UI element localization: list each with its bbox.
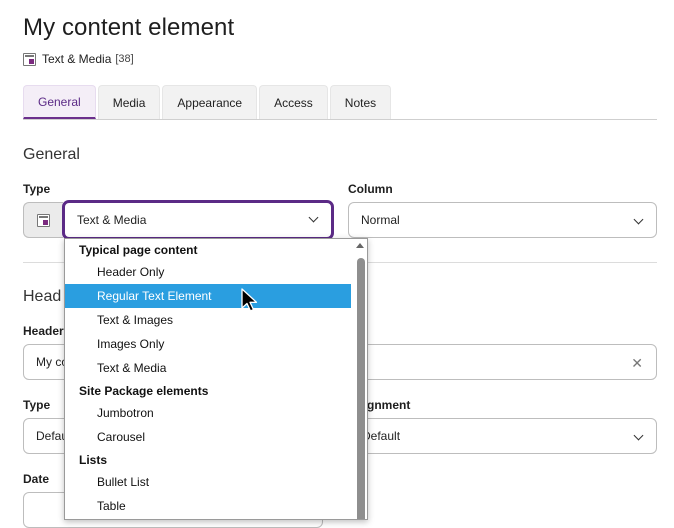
record-uid: [38]	[115, 53, 134, 65]
section-title-general: General	[23, 146, 80, 163]
option-carousel[interactable]: Carousel	[65, 425, 351, 449]
alignment-select[interactable]: Default	[348, 418, 657, 454]
type-icon-addon	[23, 202, 63, 238]
chevron-down-icon	[308, 212, 319, 223]
tab-appearance[interactable]: Appearance	[162, 85, 258, 119]
chevron-down-icon	[633, 214, 644, 225]
dropdown-scrollbar[interactable]	[353, 239, 367, 519]
option-table[interactable]: Table	[65, 494, 351, 518]
option-images-only[interactable]: Images Only	[65, 332, 351, 356]
type-label: Type	[23, 182, 51, 196]
type-select-value: Text & Media	[77, 213, 147, 227]
type-select[interactable]: Text & Media	[62, 200, 334, 240]
record-type: Text & Media	[42, 52, 112, 66]
content-element-icon	[23, 52, 36, 66]
column-select-value: Normal	[361, 213, 400, 227]
option-regular-text-element[interactable]: Regular Text Element	[65, 284, 351, 308]
option-text-images[interactable]: Text & Images	[65, 308, 351, 332]
section-title-headlines: Head	[23, 288, 62, 305]
chevron-down-icon	[633, 430, 644, 441]
record-info: Text & Media [38]	[23, 52, 134, 66]
tab-divider	[23, 119, 657, 120]
alignment-label: gnment	[367, 398, 411, 412]
optgroup-lists: Lists	[79, 453, 108, 467]
tab-access[interactable]: Access	[259, 85, 328, 119]
page-title: My content element	[23, 14, 235, 41]
type-dropdown-list[interactable]: Typical page content Header Only Regular…	[64, 238, 368, 520]
tab-bar: General Media Appearance Access Notes	[23, 85, 393, 119]
option-header-only[interactable]: Header Only	[65, 260, 351, 284]
clear-icon[interactable]: ✕	[631, 355, 643, 372]
column-select[interactable]: Normal	[348, 202, 657, 238]
optgroup-typical-page-content: Typical page content	[79, 243, 198, 257]
tab-general[interactable]: General	[23, 85, 96, 119]
tab-media[interactable]: Media	[97, 85, 161, 119]
date-label: Date	[23, 472, 50, 486]
scroll-up-arrow-icon[interactable]	[356, 243, 364, 248]
content-element-icon	[37, 213, 50, 227]
option-jumbotron[interactable]: Jumbotron	[65, 401, 351, 425]
option-bullet-list[interactable]: Bullet List	[65, 470, 351, 494]
tab-notes[interactable]: Notes	[329, 85, 392, 119]
header-label: Header	[23, 324, 64, 338]
header-type-label: Type	[23, 398, 51, 412]
mouse-cursor-icon	[241, 288, 258, 312]
optgroup-site-package-elements: Site Package elements	[79, 384, 209, 398]
option-text-media[interactable]: Text & Media	[65, 356, 351, 380]
scrollbar-thumb[interactable]	[357, 258, 365, 519]
column-label: Column	[348, 182, 393, 196]
